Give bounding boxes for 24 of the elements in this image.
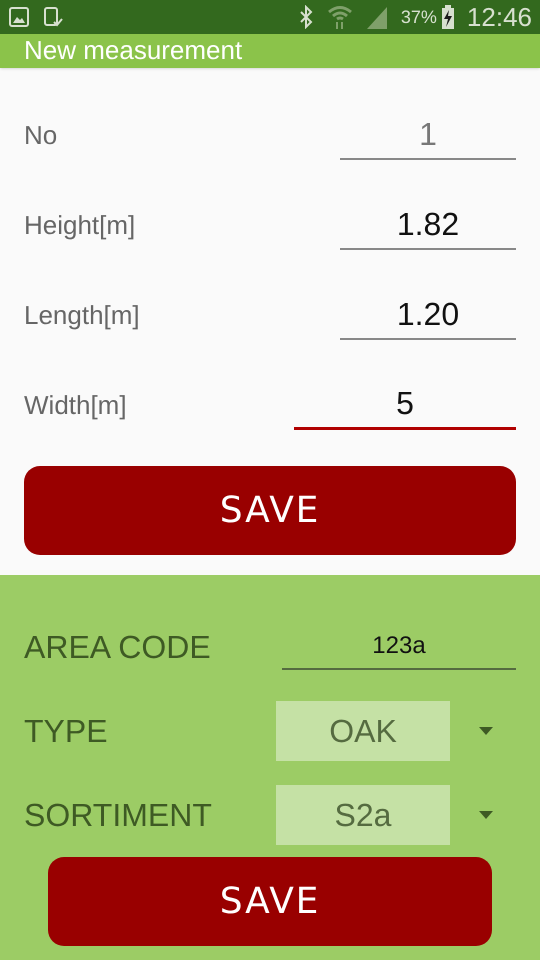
save-button[interactable]: SAVE <box>48 857 492 946</box>
setting-label: TYPE <box>24 712 109 751</box>
save-button[interactable]: SAVE <box>24 466 516 555</box>
input-field[interactable]: 1.82 <box>340 200 516 250</box>
field-label: Length[m] <box>24 298 141 332</box>
clock: 12:46 <box>466 0 532 34</box>
field-label: Width[m] <box>24 388 128 422</box>
input-field[interactable]: 5 <box>294 380 516 430</box>
dropdown-value[interactable]: S2a <box>276 785 450 845</box>
setting-label: AREA CODE <box>24 628 212 667</box>
wifi-icon <box>326 4 353 30</box>
dropdown-arrow-icon[interactable] <box>479 727 493 735</box>
tablet-check-icon <box>42 6 64 28</box>
battery-charging-icon <box>440 4 455 30</box>
setting-label: SORTIMENT <box>24 796 213 835</box>
dropdown-arrow-icon[interactable] <box>479 811 493 819</box>
image-icon <box>8 6 30 28</box>
input-field[interactable]: 123a <box>282 624 516 670</box>
battery-percent: 37% <box>400 6 437 28</box>
field-label: No <box>24 118 58 152</box>
field-label: Height[m] <box>24 208 136 242</box>
screen-title: New measurement <box>24 34 242 66</box>
input-field[interactable]: 1.20 <box>340 290 516 340</box>
dropdown-value[interactable]: OAK <box>276 701 450 761</box>
